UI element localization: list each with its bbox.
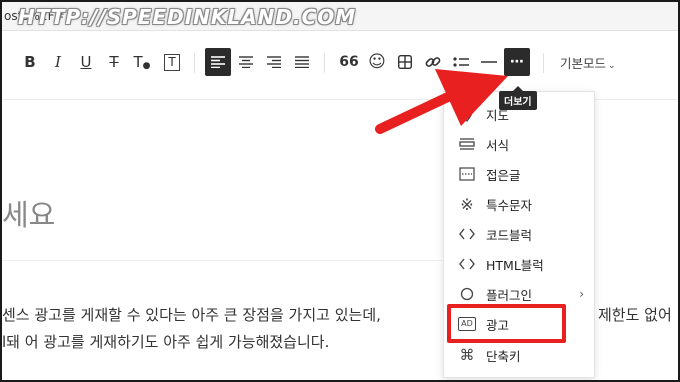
pointer-arrow-icon [375, 69, 508, 134]
screenshot-frame: osts%2F# HTTP://SPEEDINKLAND.COM B I U T… [0, 0, 680, 382]
